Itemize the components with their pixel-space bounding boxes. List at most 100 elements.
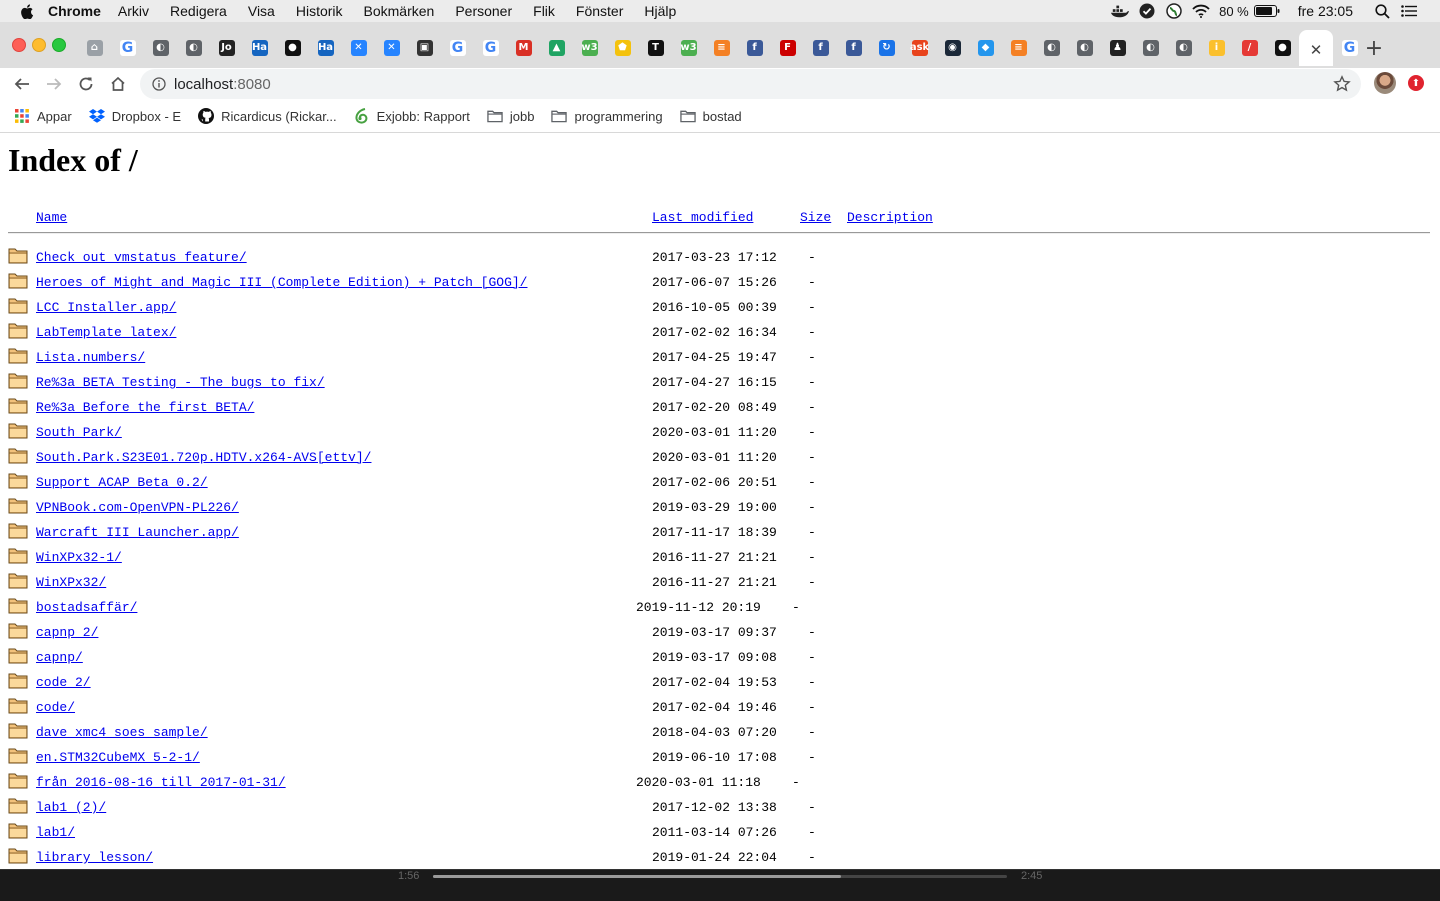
tab[interactable]: / xyxy=(1233,34,1266,62)
menu-fonster[interactable]: Fönster xyxy=(576,3,623,19)
column-header-description[interactable]: Description xyxy=(847,210,933,225)
folder-icon[interactable] xyxy=(8,721,28,739)
folder-icon[interactable] xyxy=(8,696,28,714)
tab[interactable]: T xyxy=(639,34,672,62)
bookmark-exjobb[interactable]: Exjobb: Rapport xyxy=(354,108,470,124)
file-link[interactable]: WinXPx32-1/ xyxy=(36,550,122,565)
folder-icon[interactable] xyxy=(8,521,28,539)
tab[interactable]: ♟ xyxy=(1101,34,1134,62)
reload-button[interactable] xyxy=(74,72,98,96)
tab[interactable]: ◐ xyxy=(177,34,210,62)
folder-icon[interactable] xyxy=(8,446,28,464)
folder-icon[interactable] xyxy=(8,321,28,339)
tab[interactable]: ≡ xyxy=(705,34,738,62)
file-link[interactable]: från 2016-08-16 till 2017-01-31/ xyxy=(36,775,286,790)
url-text[interactable]: localhost:8080 xyxy=(174,76,271,93)
file-link[interactable]: lab1 (2)/ xyxy=(36,800,106,815)
window-fullscreen-button[interactable] xyxy=(52,38,66,52)
bookmark-folder-jobb[interactable]: jobb xyxy=(487,108,534,124)
file-link[interactable]: en.STM32CubeMX_5-2-1/ xyxy=(36,750,200,765)
menu-clock[interactable]: fre 23:05 xyxy=(1298,3,1353,19)
file-link[interactable]: code/ xyxy=(36,700,75,715)
folder-icon[interactable] xyxy=(8,571,28,589)
bookmark-star-icon[interactable] xyxy=(1333,75,1351,93)
menu-visa[interactable]: Visa xyxy=(248,3,275,19)
battery-icon[interactable] xyxy=(1253,3,1280,19)
tab[interactable]: f xyxy=(804,34,837,62)
folder-icon[interactable] xyxy=(8,846,28,864)
file-link[interactable]: lab1/ xyxy=(36,825,75,840)
home-button[interactable] xyxy=(106,72,130,96)
checkmark-shield-icon[interactable] xyxy=(1138,3,1156,19)
tab[interactable]: M xyxy=(507,34,540,62)
tab[interactable]: ⌂ xyxy=(78,34,111,62)
bookmark-github[interactable]: Ricardicus (Rickar... xyxy=(198,108,337,124)
tab[interactable]: Ha xyxy=(243,34,276,62)
bookmark-dropbox[interactable]: Dropbox - E xyxy=(88,108,181,124)
menu-flik[interactable]: Flik xyxy=(533,3,555,19)
column-header-size[interactable]: Size xyxy=(800,210,831,225)
tab[interactable]: f xyxy=(738,34,771,62)
menu-historik[interactable]: Historik xyxy=(296,3,343,19)
column-header-name[interactable]: Name xyxy=(36,210,67,225)
tab[interactable]: Ha xyxy=(309,34,342,62)
tab[interactable]: w3 xyxy=(672,34,705,62)
tab[interactable]: ● xyxy=(276,34,309,62)
address-bar[interactable]: localhost:8080 xyxy=(140,69,1361,99)
tab-active[interactable]: ✕ xyxy=(1299,30,1333,66)
folder-icon[interactable] xyxy=(8,646,28,664)
folder-icon[interactable] xyxy=(8,821,28,839)
file-link[interactable]: Re%3a_BETA_Testing_-_The_bugs_to_fix/ xyxy=(36,375,325,390)
tab[interactable]: ⬟ xyxy=(606,34,639,62)
folder-icon[interactable] xyxy=(8,546,28,564)
tab[interactable]: f xyxy=(837,34,870,62)
file-link[interactable]: bostadsaffär/ xyxy=(36,600,137,615)
file-link[interactable]: library_lesson/ xyxy=(36,850,153,865)
tab[interactable]: ◐ xyxy=(1035,34,1068,62)
new-tab-button[interactable]: + xyxy=(1361,35,1387,61)
folder-icon[interactable] xyxy=(8,421,28,439)
tab[interactable]: F xyxy=(771,34,804,62)
tab[interactable]: i xyxy=(1200,34,1233,62)
file-link[interactable]: WinXPx32/ xyxy=(36,575,106,590)
tab[interactable]: ◐ xyxy=(144,34,177,62)
forward-button[interactable] xyxy=(42,72,66,96)
close-icon[interactable]: ✕ xyxy=(1308,42,1324,58)
file-link[interactable]: South.Park.S23E01.720p.HDTV.x264-AVS[ett… xyxy=(36,450,371,465)
file-link[interactable]: Support_ACAP_Beta_0.2/ xyxy=(36,475,208,490)
tab[interactable]: ✕ xyxy=(375,34,408,62)
tab[interactable]: G xyxy=(111,34,144,62)
tab[interactable]: ▲ xyxy=(540,34,573,62)
bookmark-folder-programmering[interactable]: programmering xyxy=(551,108,663,124)
folder-icon[interactable] xyxy=(8,396,28,414)
tab[interactable]: ask xyxy=(903,34,936,62)
window-minimize-button[interactable] xyxy=(32,38,46,52)
profile-avatar[interactable] xyxy=(1374,72,1396,94)
bookmark-apps[interactable]: Appar xyxy=(14,108,72,124)
tab[interactable]: G xyxy=(474,34,507,62)
tab[interactable]: ▣ xyxy=(408,34,441,62)
menu-personer[interactable]: Personer xyxy=(455,3,512,19)
tab[interactable]: w3 xyxy=(573,34,606,62)
folder-icon[interactable] xyxy=(8,246,28,264)
menu-app-chrome[interactable]: Chrome xyxy=(48,3,101,19)
tab[interactable]: ◉ xyxy=(936,34,969,62)
menu-hjalp[interactable]: Hjälp xyxy=(644,3,676,19)
folder-icon[interactable] xyxy=(8,496,28,514)
video-progress-track[interactable] xyxy=(433,875,1007,878)
bookmark-folder-bostad[interactable]: bostad xyxy=(679,108,742,124)
tab[interactable]: ↻ xyxy=(870,34,903,62)
file-link[interactable]: Lista.numbers/ xyxy=(36,350,145,365)
info-icon[interactable] xyxy=(152,77,166,91)
tab[interactable]: ◆ xyxy=(969,34,1002,62)
file-link[interactable]: Check_out_vmstatus_feature/ xyxy=(36,250,247,265)
folder-icon[interactable] xyxy=(8,771,28,789)
file-link[interactable]: dave_xmc4_soes_sample/ xyxy=(36,725,208,740)
folder-icon[interactable] xyxy=(8,596,28,614)
extension-shield-icon[interactable]: ⬆ xyxy=(1408,75,1424,91)
folder-icon[interactable] xyxy=(8,671,28,689)
file-link[interactable]: Warcraft III Launcher.app/ xyxy=(36,525,239,540)
file-link[interactable]: VPNBook.com-OpenVPN-PL226/ xyxy=(36,500,239,515)
folder-icon[interactable] xyxy=(8,346,28,364)
column-header-last-modified[interactable]: Last modified xyxy=(652,210,753,225)
